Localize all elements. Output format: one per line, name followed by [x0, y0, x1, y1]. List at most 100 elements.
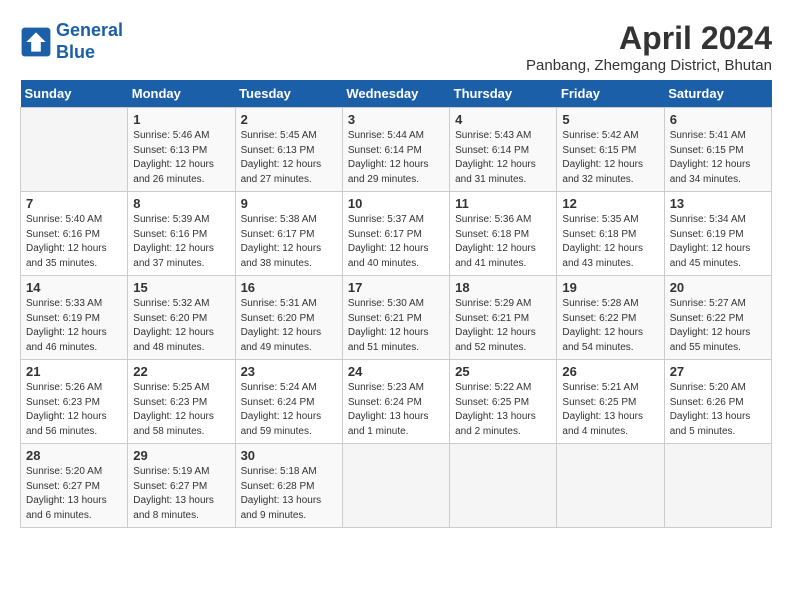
calendar-cell: 29 Sunrise: 5:19 AMSunset: 6:27 PMDayligh…: [128, 444, 235, 528]
calendar-cell: 15 Sunrise: 5:32 AMSunset: 6:20 PMDayligh…: [128, 276, 235, 360]
day-info: Sunrise: 5:36 AMSunset: 6:18 PMDaylight:…: [455, 213, 551, 271]
day-number: 12: [562, 196, 658, 211]
calendar-cell: [342, 444, 449, 528]
day-info: Sunrise: 5:20 AMSunset: 6:26 PMDaylight:…: [670, 381, 766, 439]
calendar-week-2: 7Sunrise: 5:40 AMSunset: 6:16 PMDaylight…: [21, 192, 772, 276]
day-info: Sunrise: 5:44 AMSunset: 6:14 PMDaylight:…: [348, 129, 444, 187]
calendar-cell: 21 Sunrise: 5:26 AMSunset: 6:23 PMDayligh…: [21, 360, 128, 444]
day-number: 18: [455, 280, 551, 295]
calendar-body: 1 Sunrise: 5:46 AMSunset: 6:13 PMDaylight…: [21, 108, 772, 528]
calendar-cell: 7Sunrise: 5:40 AMSunset: 6:16 PMDaylight…: [21, 192, 128, 276]
day-info: Sunrise: 5:18 AMSunset: 6:28 PMDaylight:…: [241, 465, 337, 523]
day-number: 15: [133, 280, 229, 295]
calendar-cell: 6 Sunrise: 5:41 AMSunset: 6:15 PMDaylight…: [664, 108, 771, 192]
calendar-cell: 12 Sunrise: 5:35 AMSunset: 6:18 PMDayligh…: [557, 192, 664, 276]
day-number: 27: [670, 364, 766, 379]
calendar-cell: 26 Sunrise: 5:21 AMSunset: 6:25 PMDayligh…: [557, 360, 664, 444]
day-number: 23: [241, 364, 337, 379]
day-info: Sunrise: 5:46 AMSunset: 6:13 PMDaylight:…: [133, 129, 229, 187]
day-info: Sunrise: 5:37 AMSunset: 6:17 PMDaylight:…: [348, 213, 444, 271]
calendar-cell: 4 Sunrise: 5:43 AMSunset: 6:14 PMDaylight…: [450, 108, 557, 192]
calendar-cell: 2 Sunrise: 5:45 AMSunset: 6:13 PMDaylight…: [235, 108, 342, 192]
day-info: Sunrise: 5:35 AMSunset: 6:18 PMDaylight:…: [562, 213, 658, 271]
day-info: Sunrise: 5:32 AMSunset: 6:20 PMDaylight:…: [133, 297, 229, 355]
calendar-cell: 14 Sunrise: 5:33 AMSunset: 6:19 PMDayligh…: [21, 276, 128, 360]
logo: General Blue: [20, 20, 123, 63]
day-info: Sunrise: 5:26 AMSunset: 6:23 PMDaylight:…: [26, 381, 122, 439]
day-number: 28: [26, 448, 122, 463]
day-info: Sunrise: 5:41 AMSunset: 6:15 PMDaylight:…: [670, 129, 766, 187]
calendar-cell: [21, 108, 128, 192]
day-info: Sunrise: 5:38 AMSunset: 6:17 PMDaylight:…: [241, 213, 337, 271]
day-info: Sunrise: 5:25 AMSunset: 6:23 PMDaylight:…: [133, 381, 229, 439]
calendar-cell: 9 Sunrise: 5:38 AMSunset: 6:17 PMDaylight…: [235, 192, 342, 276]
day-info: Sunrise: 5:33 AMSunset: 6:19 PMDaylight:…: [26, 297, 122, 355]
day-number: 9: [241, 196, 337, 211]
day-number: 2: [241, 112, 337, 127]
day-info: Sunrise: 5:22 AMSunset: 6:25 PMDaylight:…: [455, 381, 551, 439]
day-number: 1: [133, 112, 229, 127]
title-block: April 2024 Panbang, Zhemgang District, B…: [526, 20, 772, 74]
day-number: 19: [562, 280, 658, 295]
day-info: Sunrise: 5:40 AMSunset: 6:16 PMDaylight:…: [26, 213, 122, 271]
col-tuesday: Tuesday: [235, 80, 342, 108]
calendar-cell: 13Sunrise: 5:34 AMSunset: 6:19 PMDayligh…: [664, 192, 771, 276]
calendar-cell: 20Sunrise: 5:27 AMSunset: 6:22 PMDayligh…: [664, 276, 771, 360]
location-subtitle: Panbang, Zhemgang District, Bhutan: [526, 57, 772, 74]
calendar-cell: 17Sunrise: 5:30 AMSunset: 6:21 PMDayligh…: [342, 276, 449, 360]
day-number: 11: [455, 196, 551, 211]
day-number: 20: [670, 280, 766, 295]
day-number: 3: [348, 112, 444, 127]
day-info: Sunrise: 5:30 AMSunset: 6:21 PMDaylight:…: [348, 297, 444, 355]
day-info: Sunrise: 5:21 AMSunset: 6:25 PMDaylight:…: [562, 381, 658, 439]
calendar-week-1: 1 Sunrise: 5:46 AMSunset: 6:13 PMDaylight…: [21, 108, 772, 192]
day-info: Sunrise: 5:29 AMSunset: 6:21 PMDaylight:…: [455, 297, 551, 355]
day-number: 29: [133, 448, 229, 463]
day-number: 21: [26, 364, 122, 379]
calendar-cell: 24 Sunrise: 5:23 AMSunset: 6:24 PMDayligh…: [342, 360, 449, 444]
day-info: Sunrise: 5:42 AMSunset: 6:15 PMDaylight:…: [562, 129, 658, 187]
day-info: Sunrise: 5:19 AMSunset: 6:27 PMDaylight:…: [133, 465, 229, 523]
day-info: Sunrise: 5:43 AMSunset: 6:14 PMDaylight:…: [455, 129, 551, 187]
col-saturday: Saturday: [664, 80, 771, 108]
weekday-row: Sunday Monday Tuesday Wednesday Thursday…: [21, 80, 772, 108]
calendar-cell: 5 Sunrise: 5:42 AMSunset: 6:15 PMDaylight…: [557, 108, 664, 192]
calendar-cell: 30Sunrise: 5:18 AMSunset: 6:28 PMDayligh…: [235, 444, 342, 528]
day-number: 25: [455, 364, 551, 379]
day-info: Sunrise: 5:39 AMSunset: 6:16 PMDaylight:…: [133, 213, 229, 271]
calendar-cell: 11 Sunrise: 5:36 AMSunset: 6:18 PMDayligh…: [450, 192, 557, 276]
day-info: Sunrise: 5:34 AMSunset: 6:19 PMDaylight:…: [670, 213, 766, 271]
day-number: 22: [133, 364, 229, 379]
day-number: 5: [562, 112, 658, 127]
day-number: 24: [348, 364, 444, 379]
logo-icon: [20, 26, 52, 58]
calendar-header: Sunday Monday Tuesday Wednesday Thursday…: [21, 80, 772, 108]
day-info: Sunrise: 5:28 AMSunset: 6:22 PMDaylight:…: [562, 297, 658, 355]
calendar-cell: 8Sunrise: 5:39 AMSunset: 6:16 PMDaylight…: [128, 192, 235, 276]
calendar-cell: 19 Sunrise: 5:28 AMSunset: 6:22 PMDayligh…: [557, 276, 664, 360]
col-monday: Monday: [128, 80, 235, 108]
col-sunday: Sunday: [21, 80, 128, 108]
page-header: General Blue April 2024 Panbang, Zhemgan…: [20, 20, 772, 74]
day-info: Sunrise: 5:24 AMSunset: 6:24 PMDaylight:…: [241, 381, 337, 439]
calendar-cell: 16Sunrise: 5:31 AMSunset: 6:20 PMDayligh…: [235, 276, 342, 360]
day-number: 6: [670, 112, 766, 127]
calendar-cell: 28Sunrise: 5:20 AMSunset: 6:27 PMDayligh…: [21, 444, 128, 528]
calendar-cell: 3 Sunrise: 5:44 AMSunset: 6:14 PMDaylight…: [342, 108, 449, 192]
calendar-cell: 18 Sunrise: 5:29 AMSunset: 6:21 PMDayligh…: [450, 276, 557, 360]
calendar-cell: [557, 444, 664, 528]
calendar-cell: 27 Sunrise: 5:20 AMSunset: 6:26 PMDayligh…: [664, 360, 771, 444]
calendar-cell: [450, 444, 557, 528]
calendar-week-3: 14 Sunrise: 5:33 AMSunset: 6:19 PMDayligh…: [21, 276, 772, 360]
day-info: Sunrise: 5:45 AMSunset: 6:13 PMDaylight:…: [241, 129, 337, 187]
day-number: 26: [562, 364, 658, 379]
day-number: 16: [241, 280, 337, 295]
day-number: 4: [455, 112, 551, 127]
day-info: Sunrise: 5:23 AMSunset: 6:24 PMDaylight:…: [348, 381, 444, 439]
day-number: 14: [26, 280, 122, 295]
calendar-cell: 22 Sunrise: 5:25 AMSunset: 6:23 PMDayligh…: [128, 360, 235, 444]
calendar-cell: 1 Sunrise: 5:46 AMSunset: 6:13 PMDaylight…: [128, 108, 235, 192]
logo-general: General: [56, 20, 123, 40]
calendar-week-4: 21 Sunrise: 5:26 AMSunset: 6:23 PMDayligh…: [21, 360, 772, 444]
col-thursday: Thursday: [450, 80, 557, 108]
